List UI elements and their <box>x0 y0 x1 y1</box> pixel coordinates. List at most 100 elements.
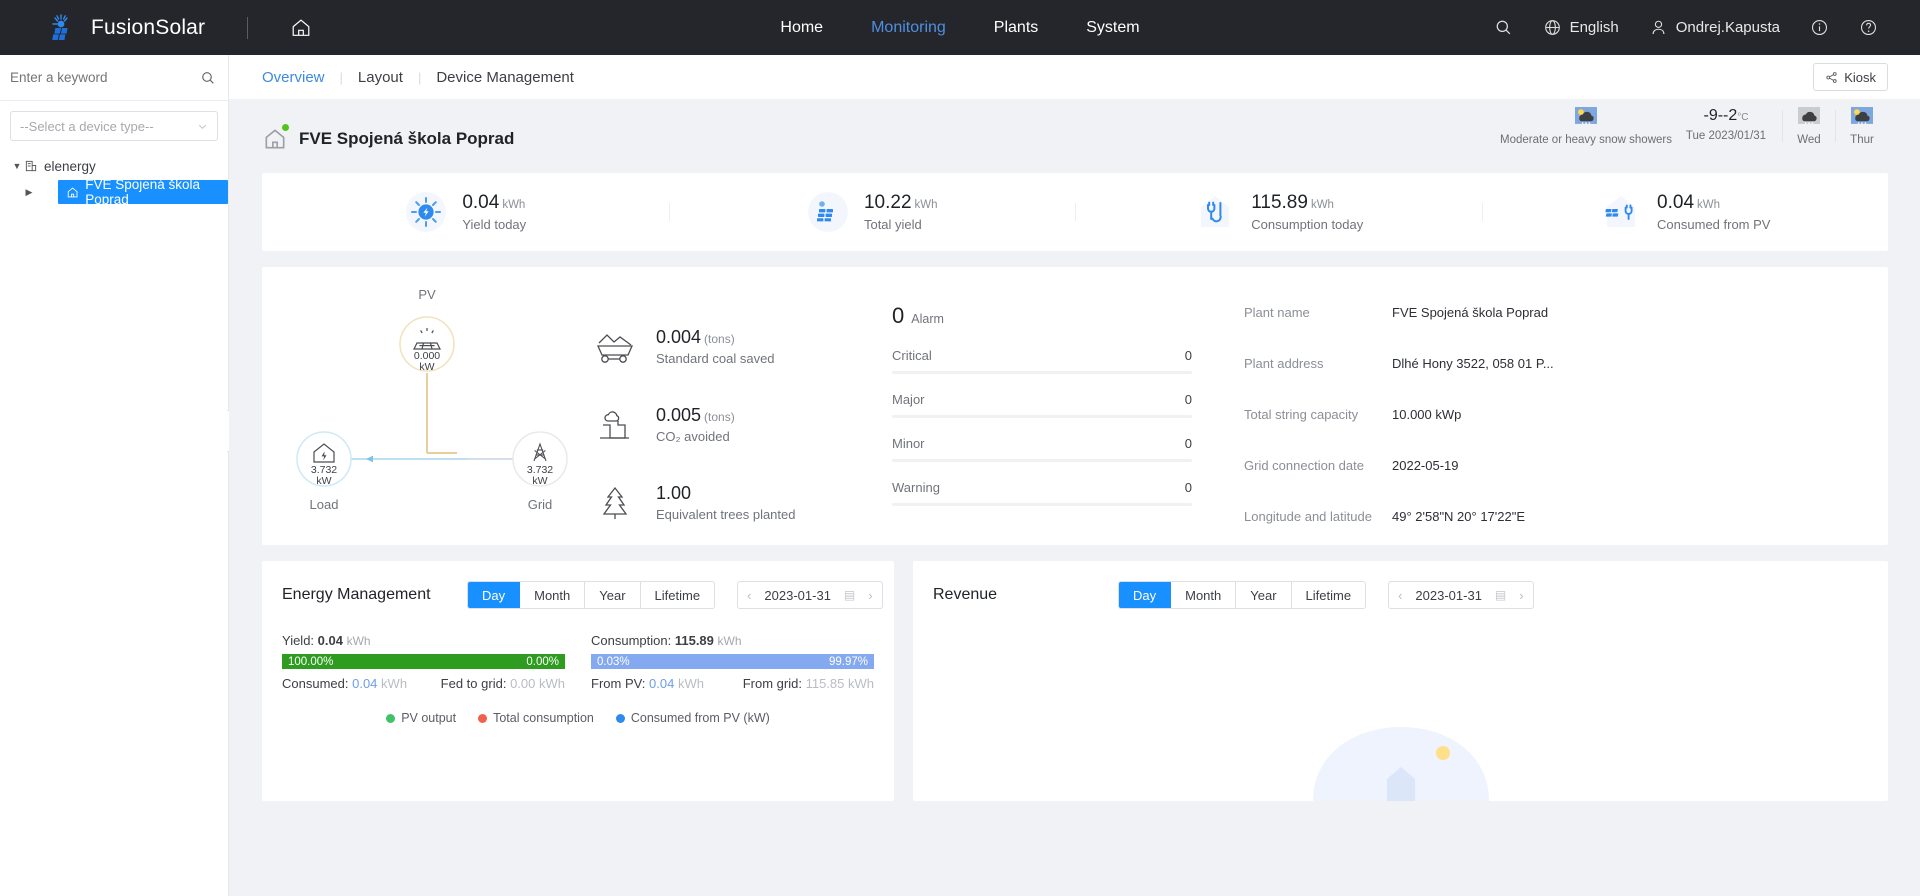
home-icon[interactable] <box>286 13 316 43</box>
prev-date-button[interactable]: ‹ <box>747 588 751 603</box>
plant-info-row: Plant address Dlhé Hony 3522, 058 01 P..… <box>1244 356 1888 407</box>
search-input[interactable] <box>10 70 200 85</box>
nav-item-plants[interactable]: Plants <box>994 19 1038 37</box>
plant-header: FVE Spojená škola Poprad Moderate or hea… <box>229 99 1920 163</box>
plant-info-row: Plant name FVE Spojená škola Poprad <box>1244 305 1888 356</box>
legend-total-consumption[interactable]: Total consumption <box>478 711 594 725</box>
caret-right-icon[interactable]: ▶ <box>22 187 36 198</box>
kpi-total-yield: 10.22 kWh Total yield <box>668 190 1076 234</box>
company-icon <box>25 160 37 172</box>
env-trees-planted: 1.00 Equivalent trees planted <box>592 463 892 541</box>
alarm-level-count: 0 <box>1184 480 1192 495</box>
kpi-unit: kWh <box>1310 199 1334 211</box>
page-title: FVE Spojená škola Poprad <box>299 129 515 148</box>
bottom-panels: Energy Management Day Month Year Lifetim… <box>262 561 1888 801</box>
sidebar-search[interactable] <box>0 55 228 101</box>
energy-date-picker[interactable]: ‹ 2023-01-31 ▤ › <box>737 581 883 609</box>
weather-current: Moderate or heavy snow showers <box>1500 107 1672 146</box>
alarm-level-major: Major 0 <box>892 392 1192 418</box>
flow-pv-unit: kW <box>419 361 434 373</box>
range-month[interactable]: Month <box>520 582 586 608</box>
kpi-unit: kWh <box>914 199 938 211</box>
consumption-title-value: 115.89 <box>674 633 714 648</box>
plant-info-value: Dlhé Hony 3522, 058 01 P... <box>1392 356 1554 371</box>
sub-tabs-bar: Overview | Layout | Device Management Ki… <box>229 55 1920 99</box>
help-icon[interactable] <box>1859 18 1878 37</box>
yield-title-key: Yield: <box>282 633 315 648</box>
kpi-value: 10.22 <box>863 192 912 213</box>
user-name: Ondrej.Kapusta <box>1675 19 1780 36</box>
range-year[interactable]: Year <box>585 582 641 608</box>
kpi-label: Consumption today <box>1251 217 1364 232</box>
plant-info-row: Longitude and latitude 49° 2'58"N 20° 17… <box>1244 509 1888 560</box>
nav-item-system[interactable]: System <box>1086 19 1139 37</box>
plant-info-value: 2022-05-19 <box>1392 458 1459 473</box>
alarm-level-label: Critical <box>892 348 932 363</box>
calendar-icon[interactable]: ▤ <box>844 588 855 602</box>
tab-overview[interactable]: Overview <box>262 69 325 86</box>
alarm-level-bar <box>892 459 1192 462</box>
brand[interactable]: FusionSolar <box>50 13 205 43</box>
alarm-level-count: 0 <box>1184 436 1192 451</box>
range-day[interactable]: Day <box>1119 582 1172 608</box>
kpi-value: 0.04 <box>1657 192 1695 213</box>
tab-device-management[interactable]: Device Management <box>436 69 574 86</box>
brand-name: FusionSolar <box>91 15 206 39</box>
alarm-level-critical: Critical 0 <box>892 348 1192 374</box>
header-actions: English Ondrej.Kapusta <box>1494 18 1878 37</box>
range-day[interactable]: Day <box>468 582 521 608</box>
weather-temperature: -9--2°C Tue 2023/01/31 <box>1670 107 1782 142</box>
env-label: Equivalent trees planted <box>656 506 796 522</box>
yield-left-percent: 100.00% <box>288 655 334 668</box>
plant-info-key: Plant address <box>1244 356 1324 371</box>
flow-load-label: Load <box>310 497 339 512</box>
header-divider <box>247 16 249 39</box>
main-navigation: Home Monitoring Plants System <box>780 0 1139 55</box>
next-date-button[interactable]: › <box>868 588 872 603</box>
nav-item-home[interactable]: Home <box>780 19 823 37</box>
env-co2-avoided: 0.005 (tons) CO₂ avoided <box>592 385 892 463</box>
user-icon <box>1652 20 1665 35</box>
from-pv-value: 0.04 <box>649 676 675 691</box>
sidebar-item-fve-spojena-skola-poprad[interactable]: FVE Spojená škola Poprad <box>58 177 228 207</box>
info-icon[interactable] <box>1810 18 1829 37</box>
search-icon[interactable] <box>1494 18 1513 37</box>
coal-cart-icon <box>596 334 634 363</box>
range-lifetime[interactable]: Lifetime <box>640 582 715 608</box>
alarm-level-label: Major <box>892 392 925 407</box>
tab-layout[interactable]: Layout <box>358 69 403 86</box>
legend-consumed-from-pv[interactable]: Consumed from PV (kW) <box>615 711 770 725</box>
forecast-day-label: Thur <box>1850 134 1874 146</box>
calendar-icon[interactable]: ▤ <box>1495 588 1506 602</box>
legend-label: PV output <box>401 711 457 725</box>
device-type-select[interactable]: --Select a device type-- <box>10 111 218 141</box>
from-grid-unit: kWh <box>848 676 874 691</box>
env-unit: (tons) <box>704 409 735 424</box>
weather-forecast-thur: Thur <box>1836 107 1888 146</box>
range-month[interactable]: Month <box>1171 582 1237 608</box>
kiosk-button[interactable]: Kiosk <box>1813 63 1888 91</box>
prev-date-button[interactable]: ‹ <box>1398 588 1402 603</box>
tree-node-elenergy[interactable]: ▼ elenergy <box>0 153 228 179</box>
kpi-label: Total yield <box>863 217 922 232</box>
plant-status-icon <box>262 124 289 152</box>
caret-down-icon[interactable]: ▼ <box>10 161 24 171</box>
alarm-total-count: 0 <box>892 303 905 328</box>
language-selector[interactable]: English <box>1543 18 1619 37</box>
cloudy-icon <box>1798 107 1820 124</box>
nav-item-monitoring[interactable]: Monitoring <box>871 19 946 37</box>
forecast-day-label: Wed <box>1797 134 1821 146</box>
revenue-date-picker[interactable]: ‹ 2023-01-31 ▤ › <box>1388 581 1534 609</box>
range-lifetime[interactable]: Lifetime <box>1291 582 1366 608</box>
plug-house-icon <box>1201 196 1230 227</box>
range-year[interactable]: Year <box>1236 582 1292 608</box>
yield-right-percent: 0.00% <box>526 655 559 668</box>
flow-load-unit: kW <box>316 475 331 487</box>
legend-pv-output[interactable]: PV output <box>386 711 456 725</box>
user-menu[interactable]: Ondrej.Kapusta <box>1649 18 1780 37</box>
tab-divider: | <box>417 69 422 85</box>
flow-grid-unit: kW <box>532 475 547 487</box>
search-icon[interactable] <box>200 70 216 86</box>
next-date-button[interactable]: › <box>1519 588 1523 603</box>
legend-dot <box>386 713 396 723</box>
